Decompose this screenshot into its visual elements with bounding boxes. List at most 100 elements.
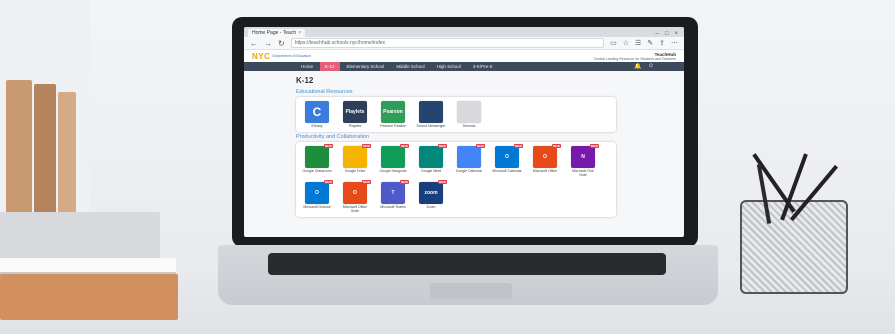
app-icon[interactable]: C xyxy=(305,101,329,123)
site-header: NYC Department of Education TeachHub Cen… xyxy=(244,50,684,62)
new-badge: NEW xyxy=(324,144,333,148)
app-icon-text: T xyxy=(391,190,395,196)
app-label: Microsoft One Note xyxy=(572,169,594,177)
nav-item-home[interactable]: Home xyxy=(296,62,318,71)
app-icon[interactable]: zoom NEW xyxy=(419,180,447,204)
app-tile[interactable]: NEW Google Meet xyxy=(416,144,447,177)
app-label: Microsoft Outlook xyxy=(303,205,331,209)
app-tile[interactable]: NEW Google Hangouts xyxy=(378,144,409,177)
laptop-screen: Home Page - Teach × – □ × ← → ↻ https://… xyxy=(244,27,684,237)
app-tile[interactable]: NEW Google Classroom xyxy=(302,144,333,177)
app-tile[interactable]: T NEW Microsoft Teams xyxy=(378,180,409,213)
logo-subtitle: Department of Education xyxy=(272,54,312,58)
back-arrow-icon[interactable]: ← xyxy=(250,39,258,48)
nav-item-middle-school[interactable]: Middle School xyxy=(391,62,429,71)
nav-item-elementary-school[interactable]: Elementary School xyxy=(342,62,390,71)
app-icon[interactable] xyxy=(419,101,443,123)
app-label: Microsoft Calendar xyxy=(492,169,522,173)
nav-item-high-school[interactable]: High School xyxy=(432,62,466,71)
browser-tab[interactable]: Home Page - Teach × xyxy=(248,29,306,37)
app-icon-text: Playlets xyxy=(345,109,365,115)
app-label: Microsoft Office xyxy=(532,169,558,173)
app-icon-text: N xyxy=(581,154,585,160)
app-icon[interactable]: T NEW xyxy=(381,180,409,204)
close-window-icon[interactable]: × xyxy=(674,31,678,37)
app-tile[interactable]: School Messenger xyxy=(416,101,446,128)
sections: Educational Resources CiReady Playlets Play… xyxy=(296,89,684,217)
app-tile[interactable]: Playlets Playlets xyxy=(340,101,370,128)
new-badge: NEW xyxy=(552,144,561,148)
app-tile[interactable]: NEW Google Calendar xyxy=(454,144,485,177)
reader-icon[interactable]: ▭ xyxy=(610,39,617,47)
address-bar: ← → ↻ https://teachhub.schools.nyc/home/… xyxy=(244,37,684,50)
app-icon[interactable]: Pearson xyxy=(381,101,405,123)
app-tile[interactable]: O NEW Microsoft Calendar xyxy=(492,144,523,177)
app-icon[interactable]: O NEW xyxy=(495,144,523,168)
app-tile[interactable]: O NEW Microsoft Outlook xyxy=(302,180,333,213)
app-tile[interactable]: Pearson Pearson Realize xyxy=(378,101,408,128)
app-label: iReady xyxy=(311,124,323,128)
page-title: K-12 xyxy=(296,76,314,85)
url-field[interactable]: https://teachhub.schools.nyc/home/index xyxy=(290,38,605,48)
keyboard xyxy=(268,253,666,275)
app-label: Playlets xyxy=(348,124,362,128)
star-icon[interactable]: ☆ xyxy=(623,39,629,47)
app-icon[interactable]: O NEW xyxy=(305,180,333,204)
app-label: Pearson Realize xyxy=(380,124,406,128)
app-icon-text: Pearson xyxy=(383,109,403,115)
app-tile[interactable]: Desmos xyxy=(454,101,484,128)
browser-toolbar: ▭ ☆ ☰ ✎ ⇪ ⋯ xyxy=(610,39,678,47)
app-icon[interactable]: Playlets xyxy=(343,101,367,123)
new-badge: NEW xyxy=(400,180,409,184)
window-controls: – □ × xyxy=(656,31,684,37)
more-icon[interactable]: ⋯ xyxy=(671,39,678,47)
app-label: Microsoft Teams xyxy=(380,205,406,209)
nav-item-3-k-pre-k[interactable]: 3-K/Pre-K xyxy=(468,62,498,71)
app-icon[interactable]: NEW xyxy=(305,144,333,168)
app-icon-text: C xyxy=(312,105,322,119)
app-tile[interactable]: zoom NEW Zoom xyxy=(416,180,447,213)
app-tile[interactable]: CiReady xyxy=(302,101,332,128)
new-badge: NEW xyxy=(324,180,333,184)
nav-item-k-12[interactable]: K-12 xyxy=(320,62,340,71)
app-tile[interactable]: O NEW Microsoft Office Suite xyxy=(340,180,371,213)
app-icon[interactable]: N NEW xyxy=(571,144,599,168)
nav-right: 🔔 ☺ xyxy=(634,63,684,70)
app-label: Google Calendar xyxy=(455,169,483,173)
app-icon[interactable]: NEW xyxy=(419,144,447,168)
account-icon[interactable]: ☺ xyxy=(648,63,654,70)
refresh-icon[interactable]: ↻ xyxy=(278,39,285,48)
app-tile[interactable]: O NEW Microsoft Office xyxy=(530,144,561,177)
apps-card: NEW Google Classroom NEW Google Drive NEW Goo… xyxy=(296,142,616,217)
app-icon[interactable]: O NEW xyxy=(533,144,561,168)
main-content: K-12 Educational Resources CiReady Playlet… xyxy=(244,71,684,217)
nyc-logo[interactable]: NYC xyxy=(252,52,270,61)
section-title: Educational Resources xyxy=(296,89,353,95)
app-icon[interactable]: O NEW xyxy=(343,180,371,204)
app-icon[interactable]: NEW xyxy=(457,144,485,168)
close-tab-icon[interactable]: × xyxy=(298,30,301,36)
app-label: Microsoft Office Suite xyxy=(342,205,368,213)
notes-icon[interactable]: ✎ xyxy=(647,39,653,47)
new-badge: NEW xyxy=(362,180,371,184)
standing-book xyxy=(6,80,32,220)
app-icon[interactable]: NEW xyxy=(343,144,371,168)
new-badge: NEW xyxy=(362,144,371,148)
new-badge: NEW xyxy=(590,144,599,148)
forward-arrow-icon[interactable]: → xyxy=(264,39,272,48)
book-stack xyxy=(0,212,180,322)
app-icon[interactable] xyxy=(457,101,481,123)
app-icon[interactable]: NEW xyxy=(381,144,409,168)
maximize-icon[interactable]: □ xyxy=(665,31,669,37)
site-nav: Home K-12 Elementary School Middle School Hi… xyxy=(244,62,684,71)
minimize-icon[interactable]: – xyxy=(656,31,659,37)
app-tile[interactable]: NEW Google Drive xyxy=(340,144,371,177)
app-icon-text: zoom xyxy=(424,190,438,196)
favorites-icon[interactable]: ☰ xyxy=(635,39,641,47)
notifications-icon[interactable]: 🔔 xyxy=(634,63,641,70)
app-tile[interactable]: N NEW Microsoft One Note xyxy=(568,144,599,177)
standing-book xyxy=(34,84,56,220)
app-label: Google Meet xyxy=(420,169,442,173)
share-icon[interactable]: ⇪ xyxy=(659,39,665,47)
trackpad xyxy=(430,283,512,299)
